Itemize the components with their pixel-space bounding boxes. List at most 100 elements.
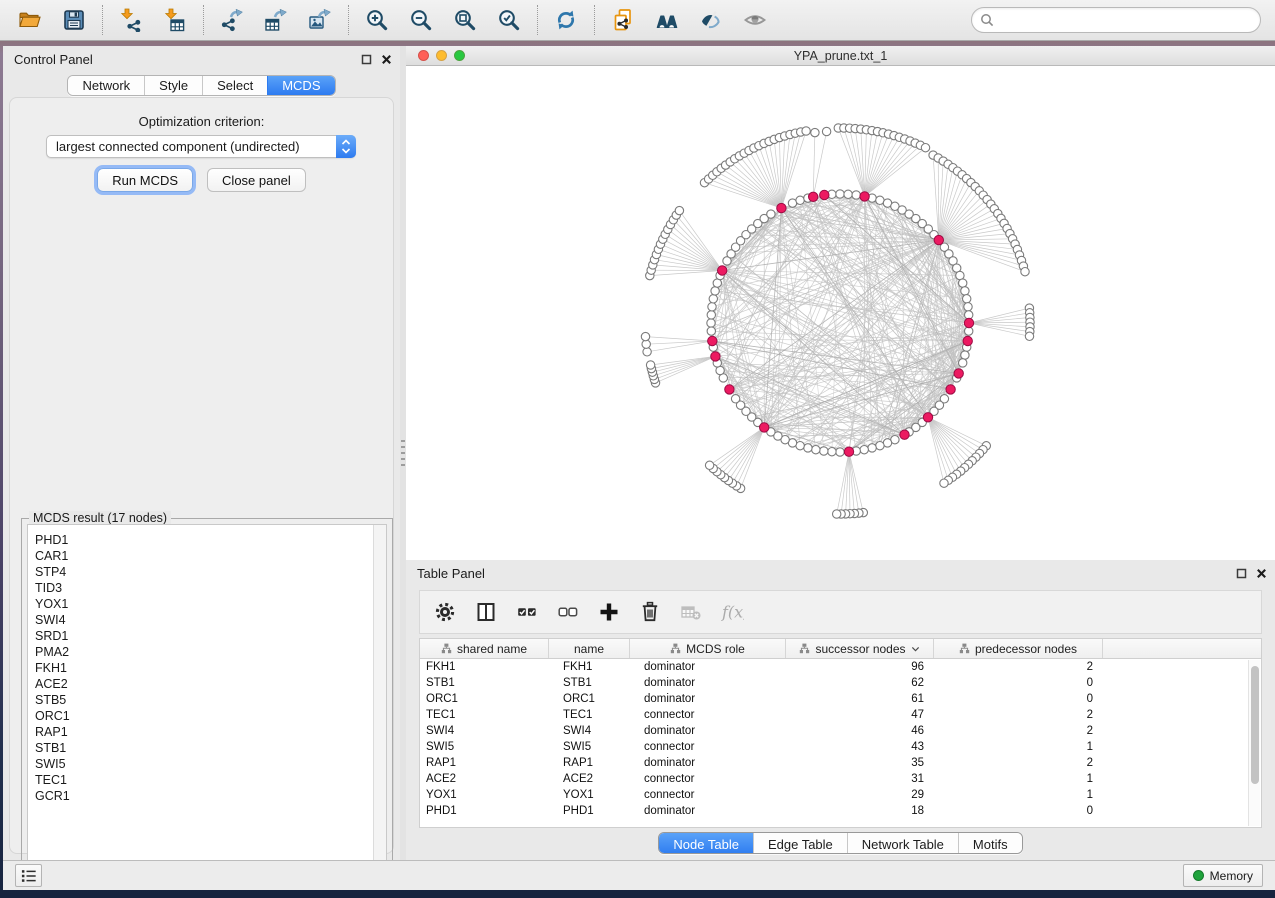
column-header-shared-name[interactable]: shared name	[420, 639, 549, 658]
show-hide-details-button[interactable]	[735, 2, 775, 38]
tab-network[interactable]: Network	[68, 76, 144, 95]
deselect-all-rows-button[interactable]	[555, 599, 581, 625]
cell-predecessor-nodes: 1	[934, 789, 1103, 801]
run-mcds-button[interactable]: Run MCDS	[97, 168, 193, 192]
zoom-fit-button[interactable]	[445, 2, 485, 38]
cell-shared-name: TEC1	[420, 709, 549, 721]
dominator-node[interactable]	[711, 352, 720, 361]
tab-motifs[interactable]: Motifs	[958, 833, 1022, 854]
clone-network-button[interactable]	[603, 2, 643, 38]
float-panel-icon[interactable]	[1236, 568, 1247, 579]
cell-shared-name: PHD1	[420, 805, 549, 817]
mcds-result-item: STB1	[35, 740, 373, 756]
dominator-node[interactable]	[963, 336, 972, 345]
table-panel: Table Panel f(x) shared namenameMCDS rol…	[406, 560, 1275, 860]
open-file-button[interactable]	[10, 2, 50, 38]
table-row[interactable]: TEC1TEC1connector472	[420, 707, 1261, 723]
tab-select[interactable]: Select	[202, 76, 267, 95]
mcds-list-scrollbar[interactable]	[373, 525, 386, 883]
table-row[interactable]: ACE2ACE2connector311	[420, 771, 1261, 787]
tab-mcds[interactable]: MCDS	[267, 76, 334, 95]
dominator-node[interactable]	[860, 192, 869, 201]
table-row[interactable]: YOX1YOX1connector291	[420, 787, 1261, 803]
export-table-button[interactable]	[256, 2, 296, 38]
dominator-node[interactable]	[844, 447, 853, 456]
mcds-result-item: GCR1	[35, 788, 373, 804]
save-session-button[interactable]	[54, 2, 94, 38]
import-network-button[interactable]	[111, 2, 151, 38]
gear-icon	[433, 600, 457, 624]
network-canvas[interactable]	[406, 66, 1275, 559]
float-panel-icon[interactable]	[361, 54, 372, 65]
add-column-button[interactable]	[596, 599, 622, 625]
dominator-node[interactable]	[923, 413, 932, 422]
table-row[interactable]: STB1STB1dominator620	[420, 675, 1261, 691]
table-scrollbar[interactable]	[1248, 660, 1260, 826]
toolbar-group	[10, 2, 94, 38]
close-panel-icon[interactable]	[1256, 568, 1267, 579]
dominator-node[interactable]	[934, 235, 943, 244]
dominator-node[interactable]	[718, 266, 727, 275]
export-image-button[interactable]	[300, 2, 340, 38]
dominator-node[interactable]	[946, 385, 955, 394]
dominator-node[interactable]	[964, 318, 973, 327]
dominator-node[interactable]	[708, 336, 717, 345]
column-header-MCDS-role[interactable]: MCDS role	[630, 639, 786, 658]
divider-grip[interactable]	[401, 440, 405, 466]
memory-button[interactable]: Memory	[1183, 864, 1263, 887]
network-window-titlebar[interactable]: YPA_prune.txt_1	[406, 46, 1275, 66]
select-all-rows-button[interactable]	[514, 599, 540, 625]
dominator-node[interactable]	[820, 190, 829, 199]
find-network-button[interactable]	[647, 2, 687, 38]
table-toolbar: f(x)	[419, 590, 1262, 634]
zoom-out-button[interactable]	[401, 2, 441, 38]
tab-node-table[interactable]: Node Table	[659, 833, 753, 854]
cell-MCDS-role: dominator	[630, 805, 786, 817]
table-scrollbar-thumb[interactable]	[1251, 666, 1259, 784]
export-network-button[interactable]	[212, 2, 252, 38]
mcds-result-item: PHD1	[35, 532, 373, 548]
search-box[interactable]	[971, 7, 1261, 33]
table-row[interactable]: PHD1PHD1dominator180	[420, 803, 1261, 819]
zoom-in-button[interactable]	[357, 2, 397, 38]
column-header-name[interactable]: name	[549, 639, 630, 658]
tab-edge-table[interactable]: Edge Table	[753, 833, 847, 854]
dominator-node[interactable]	[777, 203, 786, 212]
import-table-button[interactable]	[155, 2, 195, 38]
close-panel-button[interactable]: Close panel	[207, 168, 306, 192]
zoom-selected-button[interactable]	[489, 2, 529, 38]
table-row[interactable]: FKH1FKH1dominator962	[420, 659, 1261, 675]
dominator-node[interactable]	[725, 385, 734, 394]
dominator-node[interactable]	[760, 423, 769, 432]
close-panel-icon[interactable]	[381, 54, 392, 65]
table-row[interactable]: RAP1RAP1dominator352	[420, 755, 1261, 771]
cell-name: SWI5	[549, 741, 630, 753]
mcds-result-list[interactable]: PHD1CAR1STP4TID3YOX1SWI4SRD1PMA2FKH1ACE2…	[27, 524, 387, 884]
delete-column-button[interactable]	[637, 599, 663, 625]
cell-name: FKH1	[549, 661, 630, 673]
dominator-node[interactable]	[954, 369, 963, 378]
mcds-result-item: SWI4	[35, 612, 373, 628]
dominator-node[interactable]	[809, 192, 818, 201]
tab-style[interactable]: Style	[144, 76, 202, 95]
table-settings-button[interactable]	[432, 599, 458, 625]
column-header-successor-nodes[interactable]: successor nodes	[786, 639, 934, 658]
eye-off-icon	[699, 8, 723, 32]
mcds-result-item: CAR1	[35, 548, 373, 564]
show-columns-button[interactable]	[473, 599, 499, 625]
table-row[interactable]: ORC1ORC1dominator610	[420, 691, 1261, 707]
criterion-dropdown[interactable]: largest connected component (undirected)	[46, 135, 356, 158]
dominator-node[interactable]	[900, 430, 909, 439]
toggle-graphics-details-button[interactable]	[691, 2, 731, 38]
column-header-predecessor-nodes[interactable]: predecessor nodes	[934, 639, 1103, 658]
search-input[interactable]	[994, 10, 1252, 30]
cell-shared-name: SWI4	[420, 725, 549, 737]
mcds-result-group: MCDS result (17 nodes) PHD1CAR1STP4TID3Y…	[21, 518, 393, 890]
cell-MCDS-role: dominator	[630, 725, 786, 737]
table-row[interactable]: SWI4SWI4dominator462	[420, 723, 1261, 739]
refresh-layout-button[interactable]	[546, 2, 586, 38]
cell-successor-nodes: 46	[786, 725, 934, 737]
task-history-button[interactable]	[15, 864, 42, 887]
table-row[interactable]: SWI5SWI5connector431	[420, 739, 1261, 755]
tab-network-table[interactable]: Network Table	[847, 833, 958, 854]
